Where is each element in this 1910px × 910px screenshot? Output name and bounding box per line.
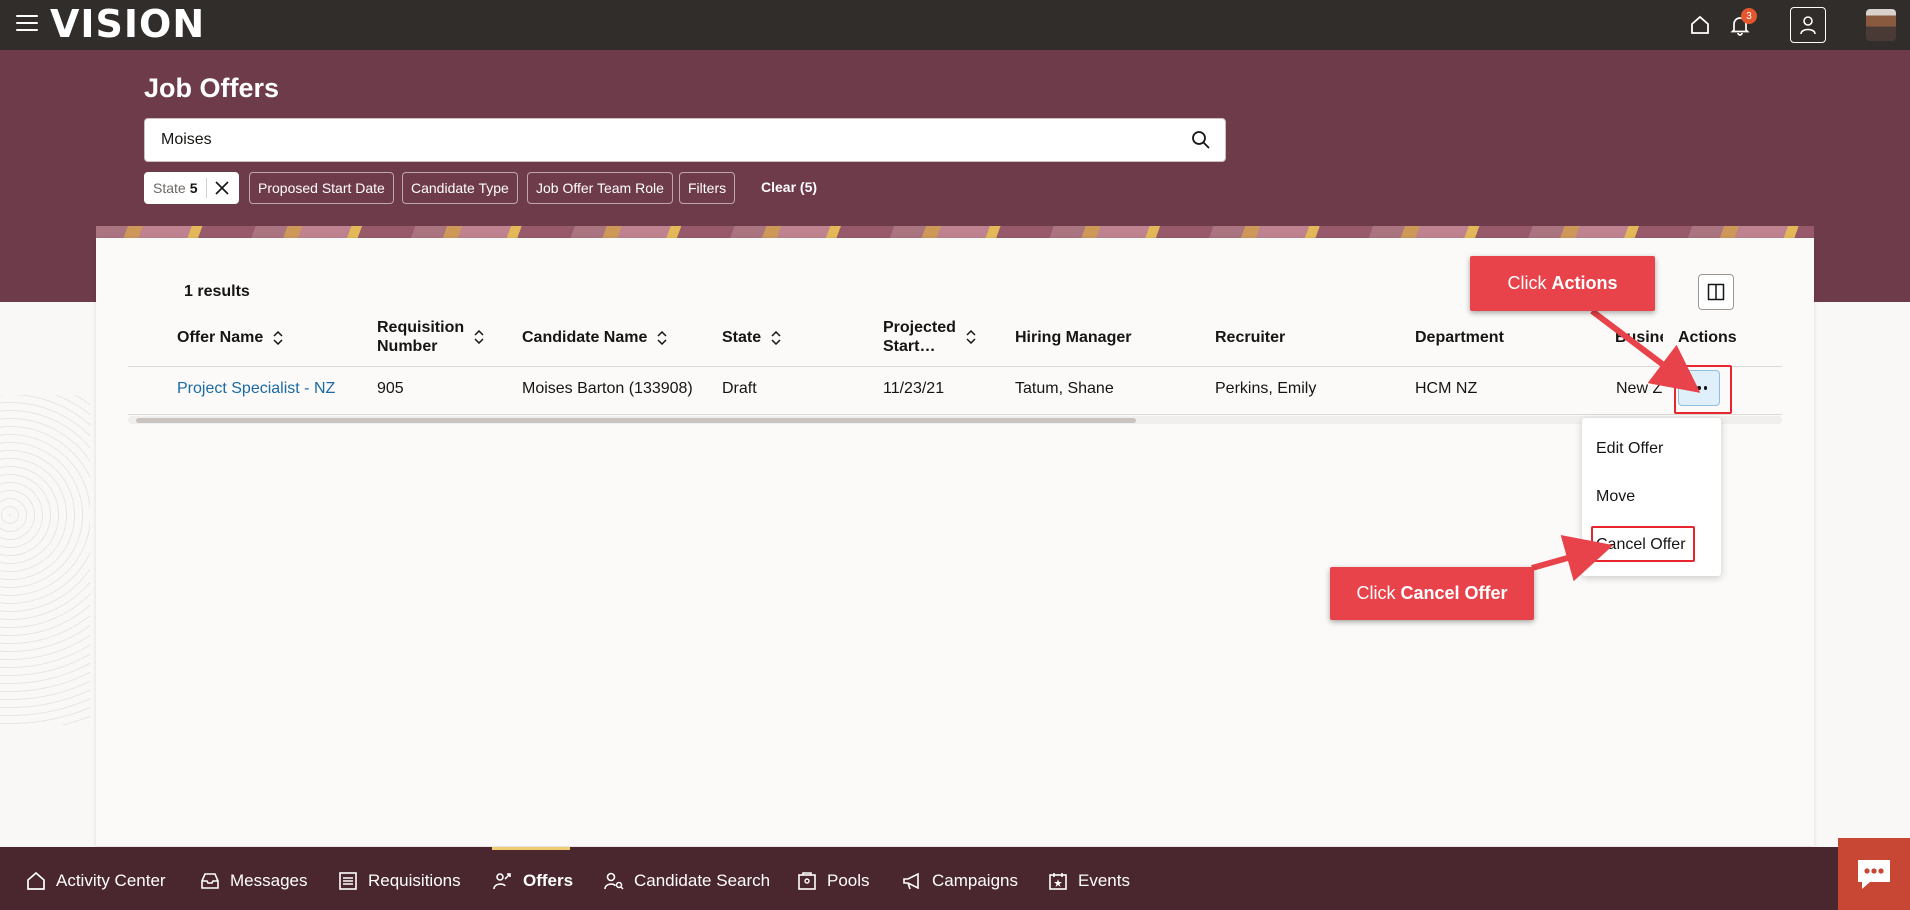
nav-item-campaigns[interactable]: Campaigns bbox=[901, 869, 1018, 893]
pools-icon bbox=[798, 872, 816, 890]
callout-click-actions: Click Actions bbox=[1470, 256, 1655, 311]
megaphone-icon bbox=[903, 872, 919, 890]
nav-item-messages[interactable]: Messages bbox=[199, 869, 307, 893]
nav-item-offers[interactable]: Offers bbox=[492, 869, 573, 893]
chat-bubble-icon bbox=[1858, 860, 1890, 889]
calendar-star-icon bbox=[1049, 873, 1067, 890]
chat-button[interactable] bbox=[1838, 838, 1910, 910]
active-tab-indicator bbox=[492, 847, 570, 850]
arrow-to-actions bbox=[1590, 308, 1701, 393]
nav-item-events[interactable]: Events bbox=[1047, 869, 1130, 893]
nav-item-candidate-search[interactable]: Candidate Search bbox=[603, 869, 770, 893]
person-search-icon bbox=[604, 872, 624, 890]
nav-item-pools[interactable]: Pools bbox=[796, 869, 870, 893]
offer-icon bbox=[493, 873, 511, 890]
nav-item-requisitions[interactable]: Requisitions bbox=[337, 869, 461, 893]
bottom-navigation: Activity Center Messages Requisitions Of… bbox=[0, 847, 1910, 910]
inbox-icon bbox=[201, 873, 219, 889]
arrow-to-cancel-offer bbox=[1531, 535, 1614, 582]
callout-click-cancel-offer: Click Cancel Offer bbox=[1330, 567, 1534, 620]
list-icon bbox=[339, 872, 357, 890]
home-icon bbox=[27, 871, 45, 890]
callout-arrows bbox=[1531, 308, 1701, 582]
nav-item-activity-center[interactable]: Activity Center bbox=[25, 869, 166, 893]
